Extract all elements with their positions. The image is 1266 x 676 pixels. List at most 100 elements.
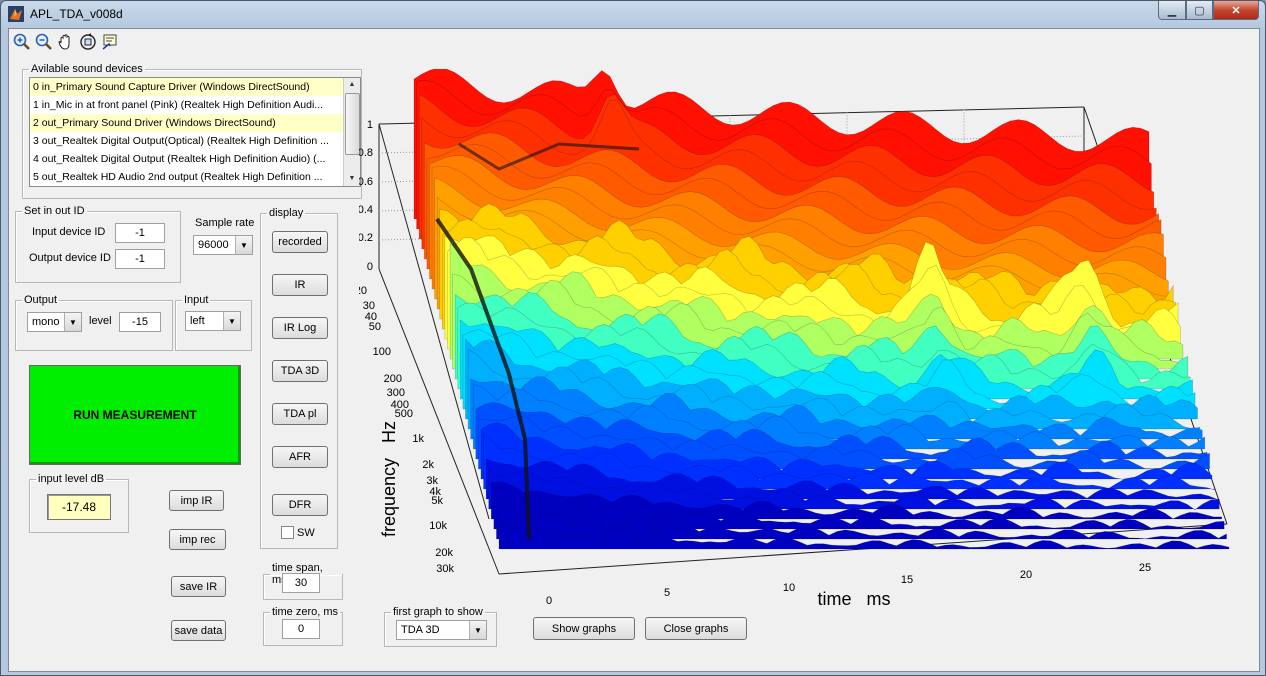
ir-log-button[interactable]: IR Log: [272, 317, 328, 339]
input-level-legend: input level dB: [38, 473, 105, 485]
y-tick-label: 500: [395, 408, 413, 420]
z-tick-label: 0.2: [359, 232, 373, 244]
output-level-field[interactable]: -15: [119, 312, 161, 332]
app-window: APL_TDA_v008d ▁ ▢ ✕ Avilable sound devic…: [0, 0, 1266, 676]
input-legend: Input: [184, 294, 209, 306]
minimize-button[interactable]: ▁: [1158, 1, 1186, 20]
chevron-down-icon: ▼: [64, 313, 81, 331]
scroll-up-icon[interactable]: ▲: [344, 78, 360, 92]
x-axis-label: time ms: [817, 589, 890, 609]
input-level-readout: -17.48: [47, 494, 111, 520]
y-axis-label: frequency Hz: [379, 421, 399, 537]
level-label: level: [89, 315, 112, 327]
y-tick-label: 20k: [435, 547, 453, 559]
y-tick-label: 100: [373, 346, 391, 358]
figure-toolbar: [9, 29, 1259, 55]
sw-label: SW: [297, 527, 315, 539]
y-tick-label: 30k: [436, 563, 454, 575]
pan-hand-icon[interactable]: [56, 32, 76, 52]
y-tick-label: 200: [384, 373, 402, 385]
sample-rate-label: Sample rate: [195, 217, 255, 229]
device-item-2[interactable]: 2 out_Primary Sound Driver (Windows Dire…: [30, 114, 345, 132]
run-measurement-button[interactable]: RUN MEASUREMENT: [29, 365, 241, 465]
dfr-button[interactable]: DFR: [272, 494, 328, 516]
y-tick-label: 10k: [429, 520, 447, 532]
rotate-3d-icon[interactable]: [78, 32, 98, 52]
maximize-icon: ▢: [1194, 4, 1205, 17]
figure-client-area: Avilable sound devices 0 in_Primary Soun…: [8, 28, 1260, 672]
tda-3d-waterfall-plot[interactable]: 00.20.40.60.81203040501002003004005001k2…: [359, 69, 1239, 614]
z-tick-label: 0.8: [359, 147, 373, 159]
io-id-panel: Set in out ID: [15, 205, 181, 283]
sample-rate-select[interactable]: 96000 ▼: [193, 235, 253, 255]
tda-pl-button[interactable]: TDA pl: [272, 403, 328, 425]
device-list-scrollbar[interactable]: ▲ ▼: [343, 78, 360, 186]
tda-3d-button[interactable]: TDA 3D: [272, 360, 328, 382]
title-bar[interactable]: APL_TDA_v008d ▁ ▢ ✕: [1, 1, 1265, 27]
device-item-4[interactable]: 4 out_Realtek Digital Output (Realtek Hi…: [30, 150, 345, 168]
y-tick-label: 300: [387, 387, 405, 399]
y-tick-label: 50: [369, 321, 381, 333]
device-listbox[interactable]: 0 in_Primary Sound Capture Driver (Windo…: [29, 77, 361, 187]
io-id-legend: Set in out ID: [24, 205, 85, 217]
save-data-button[interactable]: save data: [171, 620, 226, 641]
z-tick-label: 0.4: [359, 204, 373, 216]
close-icon: ✕: [1231, 4, 1241, 17]
x-tick-label: 5: [664, 587, 670, 599]
z-tick-label: 0.6: [359, 176, 373, 188]
close-button[interactable]: ✕: [1213, 1, 1259, 20]
imp-ir-button[interactable]: imp IR: [169, 490, 224, 511]
x-tick-label: 15: [901, 574, 913, 586]
output-legend: Output: [24, 294, 58, 306]
device-item-0[interactable]: 0 in_Primary Sound Capture Driver (Windo…: [30, 78, 345, 96]
device-item-1[interactable]: 1 in_Mic in at front panel (Pink) (Realt…: [30, 96, 345, 114]
y-tick-label: 1k: [412, 433, 424, 445]
ir-button[interactable]: IR: [272, 274, 328, 296]
first-graph-value: TDA 3D: [401, 624, 440, 636]
y-tick-label: 20: [359, 285, 367, 297]
device-item-5[interactable]: 5 out_Realtek HD Audio 2nd output (Realt…: [30, 168, 345, 186]
chevron-down-icon: ▼: [469, 621, 486, 639]
waterfall-surface: [413, 69, 1230, 550]
save-ir-button[interactable]: save IR: [171, 576, 226, 597]
z-tick-label: 0: [367, 261, 373, 273]
input-channel-value: left: [190, 315, 205, 327]
time-zero-field[interactable]: 0: [282, 619, 320, 639]
devices-legend: Avilable sound devices: [31, 63, 143, 75]
maximize-button[interactable]: ▢: [1186, 1, 1213, 20]
matlab-app-icon: [8, 6, 24, 22]
data-cursor-icon[interactable]: [100, 32, 120, 52]
first-graph-select[interactable]: TDA 3D ▼: [396, 620, 487, 640]
output-device-id-field[interactable]: -1: [115, 249, 165, 269]
y-tick-label: 2k: [422, 459, 434, 471]
imp-rec-button[interactable]: imp rec: [169, 529, 226, 550]
time-zero-legend: time zero, ms: [272, 606, 339, 618]
input-device-id-field[interactable]: -1: [115, 223, 165, 243]
time-span-field[interactable]: 30: [282, 573, 320, 593]
caption-buttons: ▁ ▢ ✕: [1158, 1, 1259, 21]
x-tick-label: 20: [1020, 569, 1032, 581]
show-graphs-button[interactable]: Show graphs: [533, 617, 635, 640]
input-channel-select[interactable]: left ▼: [185, 311, 241, 331]
sw-checkbox[interactable]: [281, 526, 294, 539]
x-tick-label: 25: [1139, 562, 1151, 574]
scroll-down-icon[interactable]: ▼: [344, 172, 360, 186]
zoom-in-icon[interactable]: [12, 32, 32, 52]
afr-button[interactable]: AFR: [272, 446, 328, 468]
output-mode-select[interactable]: mono ▼: [27, 312, 82, 332]
recorded-button[interactable]: recorded: [272, 231, 328, 253]
window-title: APL_TDA_v008d: [30, 7, 123, 21]
chevron-down-icon: ▼: [235, 236, 252, 254]
close-graphs-button[interactable]: Close graphs: [645, 617, 747, 640]
sample-rate-value: 96000: [198, 239, 229, 251]
device-item-3[interactable]: 3 out_Realtek Digital Output(Optical) (R…: [30, 132, 345, 150]
scroll-thumb[interactable]: [345, 93, 360, 155]
x-tick-label: 10: [783, 582, 795, 594]
chevron-down-icon: ▼: [223, 312, 240, 330]
zoom-out-icon[interactable]: [34, 32, 54, 52]
y-tick-label: 5k: [431, 495, 443, 507]
input-device-id-label: Input device ID: [32, 226, 106, 238]
minimize-icon: ▁: [1167, 4, 1177, 17]
output-mode-value: mono: [32, 316, 60, 328]
output-device-id-label: Output device ID: [29, 252, 111, 264]
